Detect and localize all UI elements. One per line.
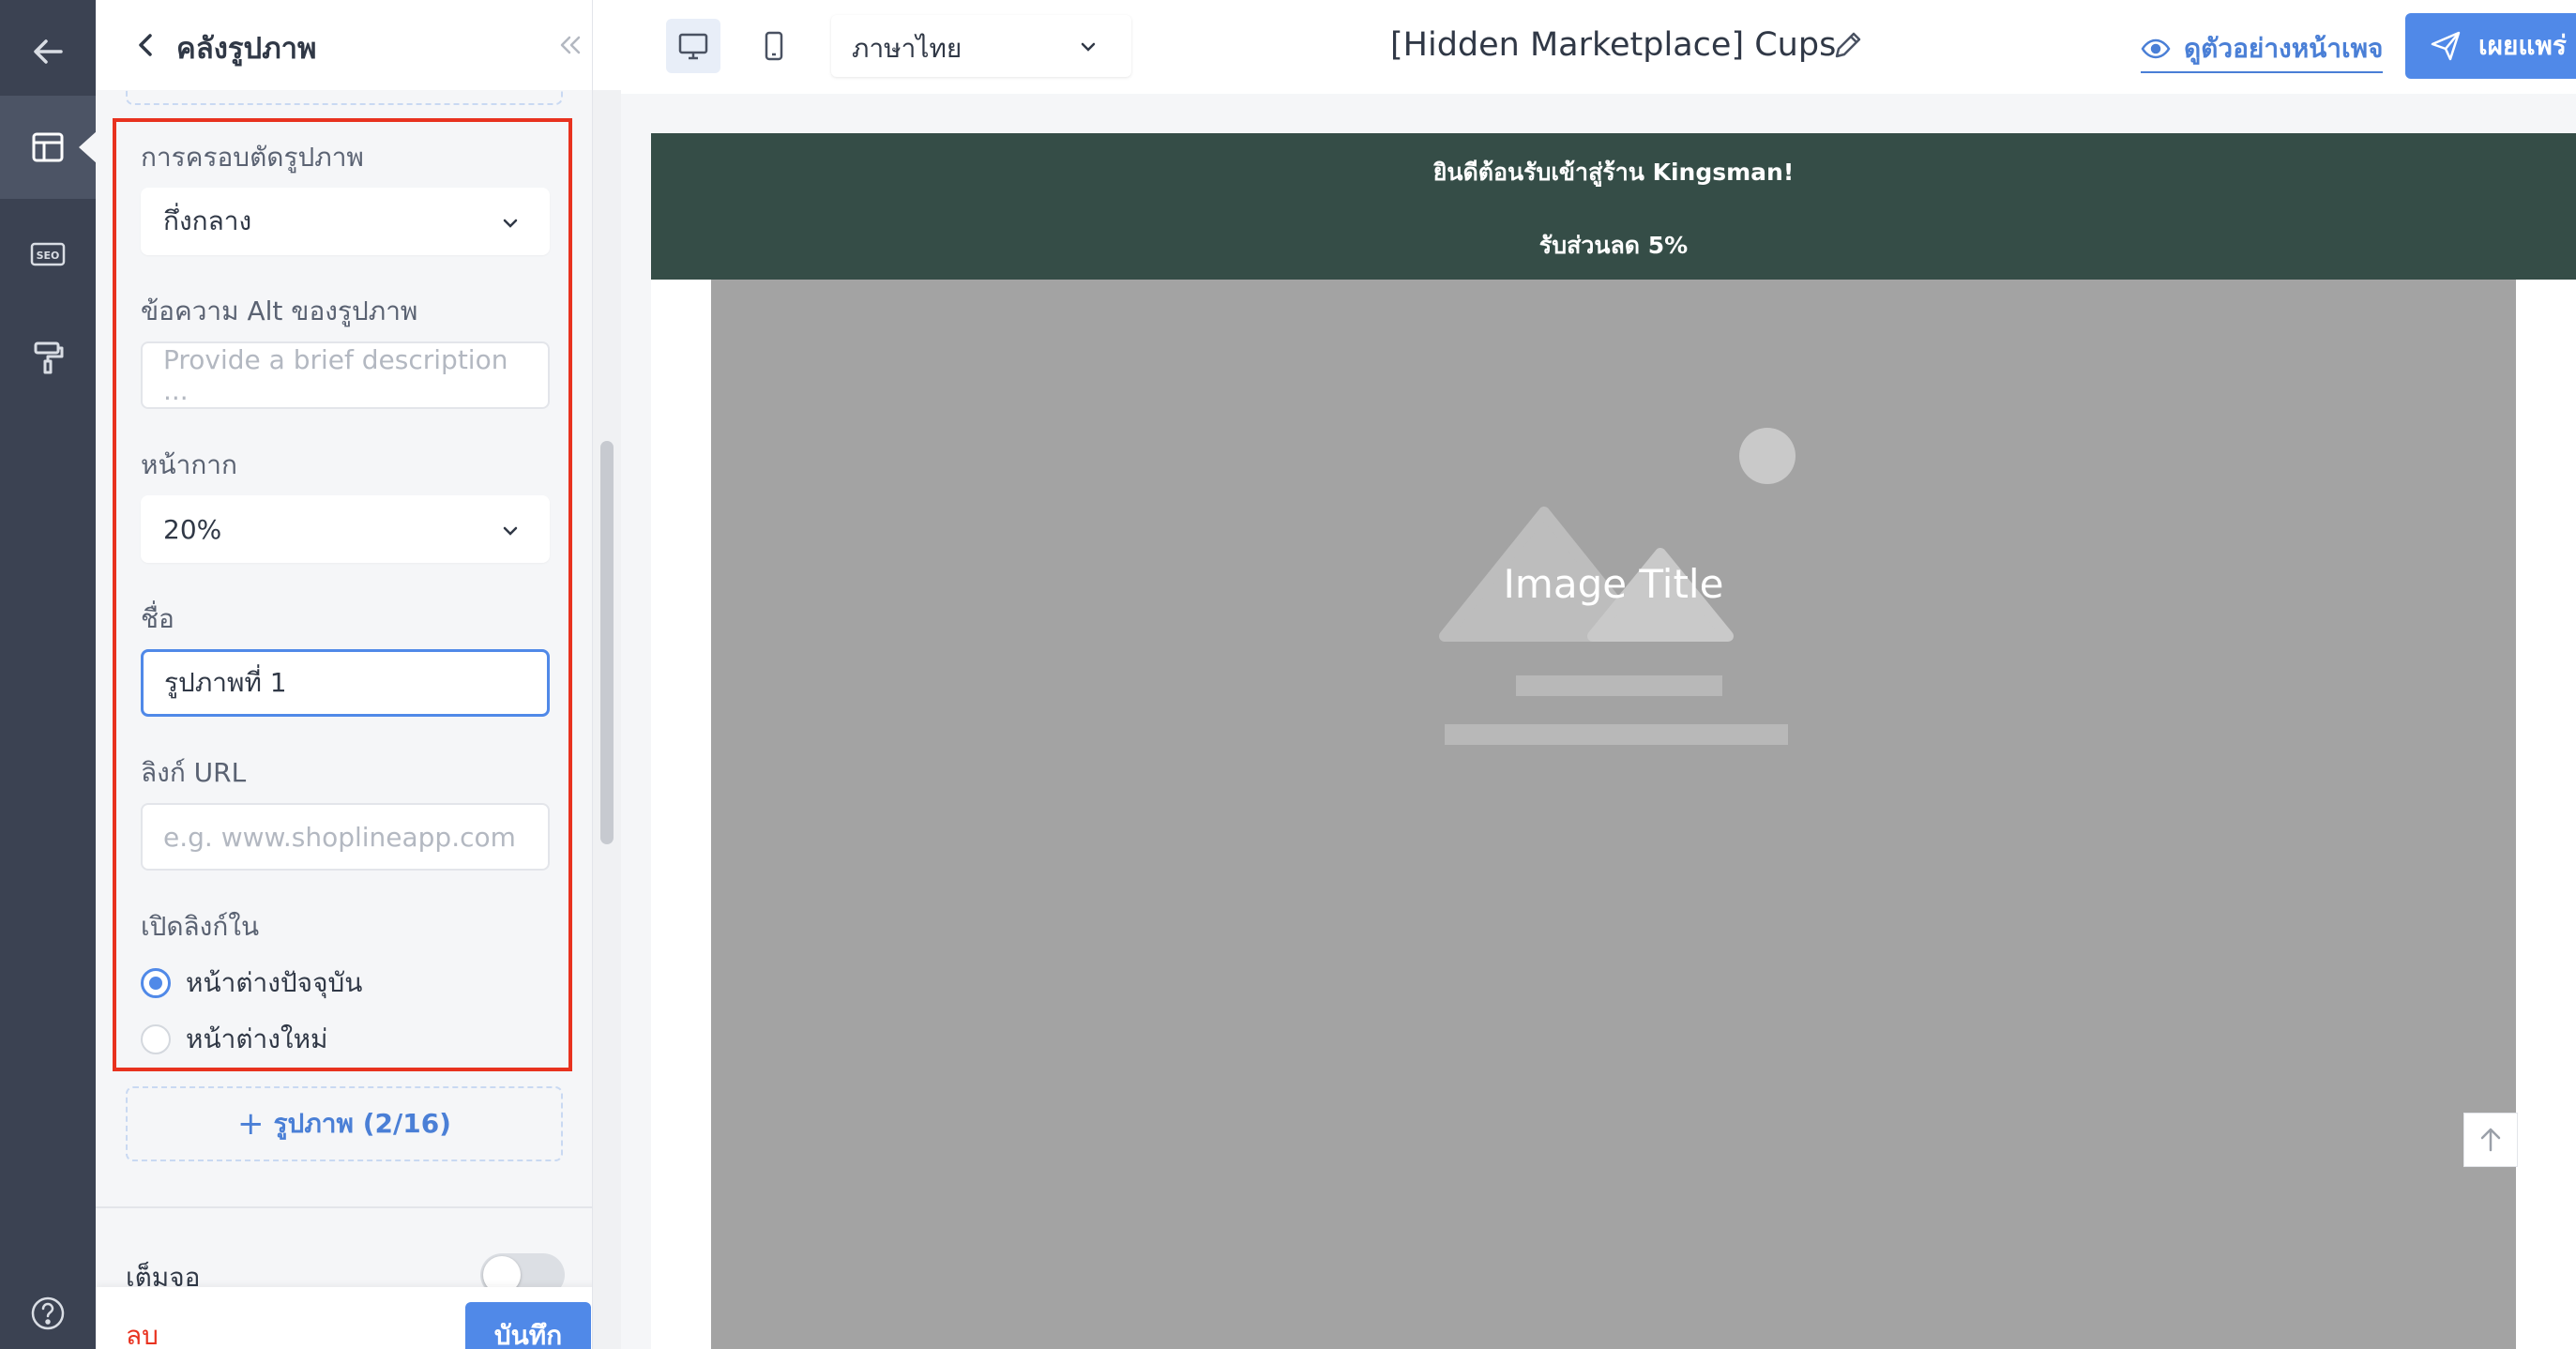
hero-image-placeholder[interactable]: Image Title xyxy=(711,280,2516,1349)
desktop-icon xyxy=(678,33,708,60)
seo-icon[interactable]: SEO xyxy=(0,203,96,306)
top-bar: ภาษาไทย [Hidden Marketplace] Cups ดูตัวอ… xyxy=(621,0,2576,94)
name-input[interactable]: รูปภาพที่ 1 xyxy=(141,649,550,717)
left-rail: SEO xyxy=(0,0,98,1349)
link-url-label: ลิงก์ URL xyxy=(141,757,247,788)
panel-header: คลังรูปภาพ xyxy=(96,0,592,90)
language-select[interactable]: ภาษาไทย xyxy=(831,15,1131,77)
delete-button[interactable]: ลบ xyxy=(126,1315,159,1349)
image-placeholder-icon xyxy=(1439,428,1796,745)
help-icon[interactable] xyxy=(0,1278,96,1349)
open-link-label: เปิดลิงก์ใน xyxy=(141,911,260,942)
language-value: ภาษาไทย xyxy=(852,33,962,64)
image-title: Image Title xyxy=(1503,561,1724,607)
link-url-input[interactable]: e.g. www.shoplineapp.com xyxy=(141,803,550,871)
scroll-to-top-button[interactable] xyxy=(2463,1113,2518,1167)
announcement-bar[interactable]: ยินดีต้อนรับเข้าสู่ร้าน Kingsman! รับส่ว… xyxy=(651,133,2576,280)
mask-select[interactable]: 20% xyxy=(141,495,550,563)
alt-text-input[interactable]: Provide a brief description ... xyxy=(141,341,550,409)
eye-icon xyxy=(2141,38,2171,59)
publish-button[interactable]: เผยแพร่ xyxy=(2405,13,2576,79)
active-indicator xyxy=(79,130,98,164)
back-arrow-icon[interactable] xyxy=(0,0,96,103)
radio-unchecked-icon xyxy=(141,1024,171,1054)
chevron-down-icon xyxy=(503,526,518,536)
send-icon xyxy=(2431,31,2461,61)
plus-icon: + xyxy=(237,1105,265,1143)
radio-new-window[interactable]: หน้าต่างใหม่ xyxy=(141,1019,327,1060)
preview-canvas: ยินดีต้อนรับเข้าสู่ร้าน Kingsman! รับส่ว… xyxy=(621,94,2576,1349)
announcement-line-1: ยินดีต้อนรับเข้าสู่ร้าน Kingsman! xyxy=(1432,159,1795,186)
crop-select-value: กึ่งกลาง xyxy=(163,205,252,236)
chevron-down-icon xyxy=(1081,42,1096,52)
announcement-line-2: รับส่วนลด 5% xyxy=(1538,232,1689,259)
collapse-panel-icon[interactable] xyxy=(553,28,587,62)
alt-text-label: ข้อความ Alt ของรูปภาพ xyxy=(141,296,418,326)
pencil-icon[interactable] xyxy=(1831,28,1865,62)
paint-roller-icon[interactable] xyxy=(0,306,96,409)
preview-label: ดูตัวอย่างหน้าเพจ xyxy=(2184,33,2384,64)
add-image-button[interactable]: + รูปภาพ (2/16) xyxy=(126,1086,563,1161)
add-image-label: รูปภาพ (2/16) xyxy=(273,1108,451,1139)
mobile-view-button[interactable] xyxy=(747,19,801,73)
mobile-icon xyxy=(765,31,783,61)
radio-current-window[interactable]: หน้าต่างปัจจุบัน xyxy=(141,962,362,1004)
settings-panel: คลังรูปภาพ การครอบตัดรูปภาพ กึ่งกลาง ข้อ… xyxy=(96,0,593,1349)
crop-select[interactable]: กึ่งกลาง xyxy=(141,188,550,255)
radio-checked-icon xyxy=(141,968,171,998)
panel-title: คลังรูปภาพ xyxy=(176,32,317,66)
page-preview: ยินดีต้อนรับเข้าสู่ร้าน Kingsman! รับส่ว… xyxy=(651,133,2576,1349)
preview-page-link[interactable]: ดูตัวอย่างหน้าเพจ xyxy=(2141,28,2384,73)
panel-footer: ลบ บันทึก xyxy=(96,1287,592,1349)
page-title: [Hidden Marketplace] Cups xyxy=(1390,26,1837,64)
publish-label: เผยแพร่ xyxy=(2478,30,2567,61)
mask-select-value: 20% xyxy=(163,513,222,545)
arrow-up-icon xyxy=(2480,1128,2501,1152)
chevron-left-icon[interactable] xyxy=(129,28,163,62)
radio-current-window-label: หน้าต่างปัจจุบัน xyxy=(186,967,363,998)
chevron-down-icon xyxy=(503,219,518,228)
desktop-view-button[interactable] xyxy=(666,19,720,73)
save-button[interactable]: บันทึก xyxy=(465,1302,591,1349)
crop-label: การครอบตัดรูปภาพ xyxy=(141,142,364,173)
section-divider xyxy=(96,1206,592,1208)
radio-new-window-label: หน้าต่างใหม่ xyxy=(186,1023,328,1054)
seo-icon-text: SEO xyxy=(37,250,60,262)
panel-scrollbar[interactable] xyxy=(600,441,614,844)
name-label: ชื่อ xyxy=(141,603,174,634)
mask-label: หน้ากาก xyxy=(141,449,237,480)
